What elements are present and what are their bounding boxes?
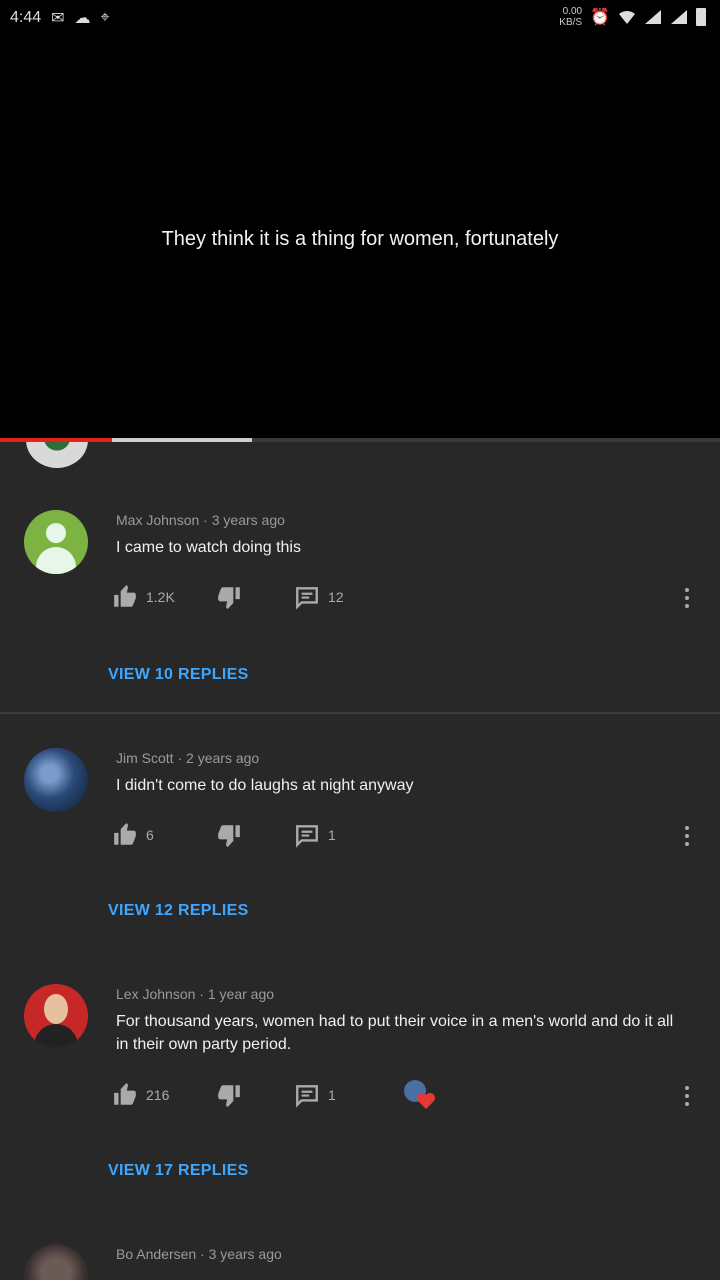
creator-heart-icon xyxy=(404,1080,435,1109)
like-count: 6 xyxy=(146,827,154,843)
battery-icon xyxy=(696,8,706,26)
comment-age: 2 years ago xyxy=(186,750,260,766)
comments-list[interactable]: Max Johnson · 3 years ago I came to watc… xyxy=(0,442,720,1280)
net-speed: 0.00 KB/S xyxy=(559,6,583,28)
alarm-icon: ⏰ xyxy=(590,9,610,26)
reply-count: 1 xyxy=(328,827,336,843)
view-replies-link[interactable]: VIEW 12 REPLIES xyxy=(108,902,249,920)
like-count: 216 xyxy=(146,1087,170,1103)
comment-actions: 6 1 xyxy=(112,822,712,850)
status-bar: 4:44 ✉ ☁ ⌖ 0.00 KB/S ⏰ xyxy=(0,0,720,40)
status-time: 4:44 xyxy=(10,9,42,26)
comment-text: I didn't come to do laughs at night anyw… xyxy=(116,777,414,794)
comment-author[interactable]: Jim Scott xyxy=(116,750,174,766)
cloud-icon: ☁ xyxy=(74,10,91,27)
like-button[interactable]: 6 xyxy=(112,822,154,848)
comment-age: 3 years ago xyxy=(211,512,285,528)
like-button[interactable]: 216 xyxy=(112,1082,169,1108)
view-replies-link[interactable]: VIEW 10 REPLIES xyxy=(108,666,249,684)
like-button[interactable]: 1.2K xyxy=(112,584,175,610)
comment-meta: Max Johnson · 3 years ago xyxy=(116,512,285,528)
avatar[interactable] xyxy=(24,1244,88,1280)
comment-text: I came to watch doing this xyxy=(116,539,301,556)
comment-author[interactable]: Lex Johnson xyxy=(116,986,195,1002)
view-replies-link[interactable]: VIEW 17 REPLIES xyxy=(108,1162,249,1180)
like-count: 1.2K xyxy=(146,589,175,605)
video-caption: They think it is a thing for women, fort… xyxy=(161,228,559,250)
comment-author[interactable]: Max Johnson xyxy=(116,512,199,528)
reply-button[interactable]: 1 xyxy=(294,822,336,848)
reply-count: 12 xyxy=(328,589,344,605)
comment-text: For thousand years, women had to put the… xyxy=(116,1013,674,1053)
comment-actions: 1.2K 12 xyxy=(112,584,712,612)
signal-icon xyxy=(645,10,661,24)
dislike-button[interactable] xyxy=(216,822,242,848)
avatar[interactable] xyxy=(24,984,88,1048)
comment-author[interactable]: Bo Andersen xyxy=(116,1246,196,1262)
comment-meta: Lex Johnson · 1 year ago xyxy=(116,986,275,1002)
wifi-icon xyxy=(619,10,635,24)
thumbs-down-icon xyxy=(218,1085,240,1108)
avatar[interactable] xyxy=(24,510,88,574)
thumbs-up-icon xyxy=(114,585,136,607)
comment-icon xyxy=(296,825,318,848)
thumbs-up-icon xyxy=(114,823,136,845)
more-options-icon[interactable] xyxy=(684,826,690,850)
thumbs-down-icon xyxy=(218,587,240,610)
avatar[interactable] xyxy=(26,442,88,468)
dislike-button[interactable] xyxy=(216,1082,242,1108)
comment-icon xyxy=(296,587,318,610)
comment-age: 3 years ago xyxy=(208,1246,282,1262)
comment-icon xyxy=(296,1085,318,1108)
comment-meta: Bo Andersen · 3 years ago xyxy=(116,1246,282,1262)
more-options-icon[interactable] xyxy=(684,1086,690,1110)
comment-meta: Jim Scott · 2 years ago xyxy=(116,750,260,766)
thumbs-up-icon xyxy=(114,1083,136,1105)
more-options-icon[interactable] xyxy=(684,588,690,612)
message-icon: ✉ xyxy=(51,10,65,27)
thumbs-down-icon xyxy=(218,825,240,848)
dislike-button[interactable] xyxy=(216,584,242,610)
divider xyxy=(0,712,720,714)
signal-icon xyxy=(671,10,687,24)
location-icon: ⌖ xyxy=(100,9,110,26)
reply-button[interactable]: 12 xyxy=(294,584,344,610)
video-player[interactable]: They think it is a thing for women, fort… xyxy=(0,40,720,440)
avatar[interactable] xyxy=(24,748,88,812)
comment-age: 1 year ago xyxy=(207,986,275,1002)
reply-button[interactable]: 1 xyxy=(294,1082,336,1108)
reply-count: 1 xyxy=(328,1087,336,1103)
comment-actions: 216 1 xyxy=(112,1080,712,1110)
